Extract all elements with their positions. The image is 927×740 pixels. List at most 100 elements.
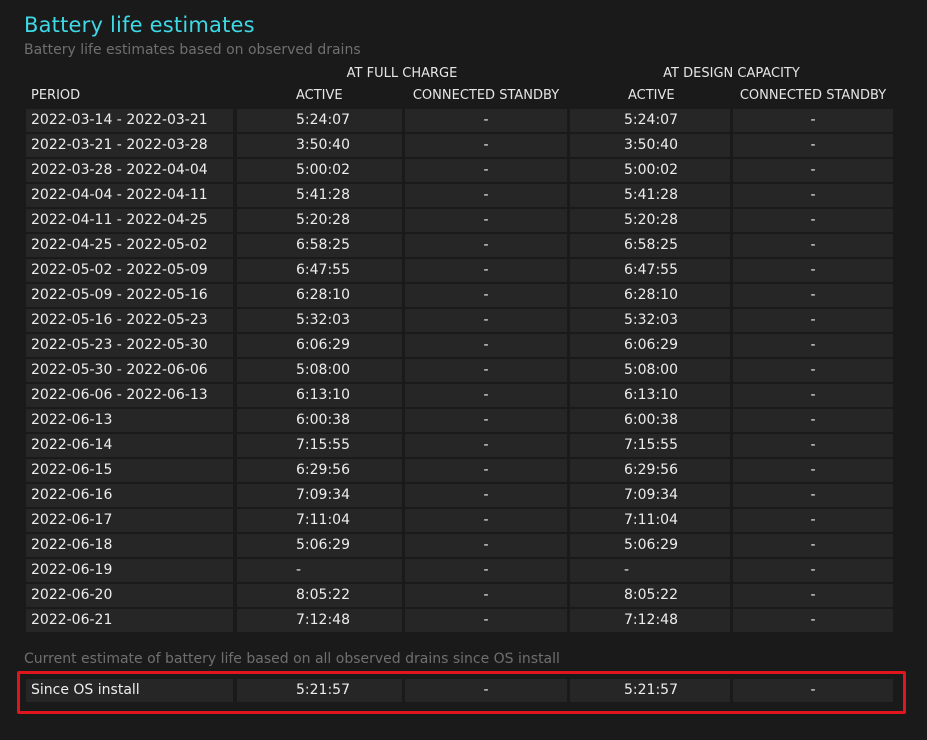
active-design-cell: 6:58:25: [570, 234, 730, 257]
standby-design-cell: -: [733, 359, 893, 382]
standby-design-cell: -: [733, 134, 893, 157]
period-cell: 2022-04-04 - 2022-04-11: [26, 184, 233, 207]
group-header-full-charge: AT FULL CHARGE: [346, 66, 458, 81]
standby-full-cell: -: [405, 459, 567, 482]
active-design-cell: 6:47:55: [570, 259, 730, 282]
active-full-cell: 6:13:10: [237, 384, 402, 407]
standby-full-cell: -: [405, 234, 567, 257]
active-full-cell: 5:20:28: [237, 209, 402, 232]
standby-design-cell: -: [733, 584, 893, 607]
active-design-cell: 5:32:03: [570, 309, 730, 332]
active-full-cell: 5:41:28: [237, 184, 402, 207]
active-design-cell: 5:00:02: [570, 159, 730, 182]
standby-design-cell: -: [733, 434, 893, 457]
standby-design-cell: -: [733, 609, 893, 632]
period-cell: 2022-06-17: [26, 509, 233, 532]
active-full-cell: 5:00:02: [237, 159, 402, 182]
active-design-cell: 8:05:22: [570, 584, 730, 607]
active-full-cell: 6:58:25: [237, 234, 402, 257]
standby-full-cell: -: [405, 434, 567, 457]
standby-full-cell: -: [405, 209, 567, 232]
active-design-cell: 6:28:10: [570, 284, 730, 307]
standby-full-cell: -: [405, 509, 567, 532]
standby-design-cell: -: [733, 109, 893, 132]
standby-design-cell: -: [733, 284, 893, 307]
standby-full-cell: -: [405, 159, 567, 182]
active-full-cell: 5:32:03: [237, 309, 402, 332]
standby-design-cell: -: [733, 259, 893, 282]
highlight-box: [17, 671, 906, 714]
standby-full-cell: -: [405, 384, 567, 407]
period-cell: 2022-03-28 - 2022-04-04: [26, 159, 233, 182]
period-cell: 2022-05-30 - 2022-06-06: [26, 359, 233, 382]
active-design-cell: 7:15:55: [570, 434, 730, 457]
active-design-cell: 7:09:34: [570, 484, 730, 507]
standby-full-cell: -: [405, 559, 567, 582]
active-design-cell: 5:08:00: [570, 359, 730, 382]
standby-full-cell: -: [405, 134, 567, 157]
active-design-cell: 7:11:04: [570, 509, 730, 532]
period-cell: 2022-04-11 - 2022-04-25: [26, 209, 233, 232]
column-header-active-design: ACTIVE: [628, 88, 675, 103]
standby-full-cell: -: [405, 284, 567, 307]
period-cell: 2022-06-21: [26, 609, 233, 632]
standby-full-cell: -: [405, 359, 567, 382]
active-full-cell: 5:24:07: [237, 109, 402, 132]
column-header-standby-design: CONNECTED STANDBY: [739, 88, 887, 103]
column-header-period: PERIOD: [31, 88, 81, 103]
period-cell: 2022-06-16: [26, 484, 233, 507]
period-cell: 2022-06-20: [26, 584, 233, 607]
period-cell: 2022-06-18: [26, 534, 233, 557]
active-design-cell: 3:50:40: [570, 134, 730, 157]
standby-design-cell: -: [733, 209, 893, 232]
active-design-cell: 6:00:38: [570, 409, 730, 432]
period-cell: 2022-05-02 - 2022-05-09: [26, 259, 233, 282]
period-cell: 2022-06-19: [26, 559, 233, 582]
standby-design-cell: -: [733, 184, 893, 207]
standby-full-cell: -: [405, 259, 567, 282]
active-design-cell: 5:41:28: [570, 184, 730, 207]
column-header-standby-full: CONNECTED STANDBY: [412, 88, 560, 103]
standby-full-cell: -: [405, 334, 567, 357]
active-design-cell: -: [570, 559, 730, 582]
standby-full-cell: -: [405, 184, 567, 207]
active-full-cell: 7:11:04: [237, 509, 402, 532]
standby-full-cell: -: [405, 309, 567, 332]
period-cell: 2022-06-06 - 2022-06-13: [26, 384, 233, 407]
period-cell: 2022-06-13: [26, 409, 233, 432]
standby-design-cell: -: [733, 484, 893, 507]
period-cell: 2022-05-09 - 2022-05-16: [26, 284, 233, 307]
standby-full-cell: -: [405, 609, 567, 632]
active-full-cell: 6:29:56: [237, 459, 402, 482]
active-full-cell: 6:00:38: [237, 409, 402, 432]
standby-design-cell: -: [733, 234, 893, 257]
active-full-cell: 5:06:29: [237, 534, 402, 557]
column-header-active-full: ACTIVE: [296, 88, 343, 103]
period-cell: 2022-03-21 - 2022-03-28: [26, 134, 233, 157]
standby-full-cell: -: [405, 534, 567, 557]
active-full-cell: 8:05:22: [237, 584, 402, 607]
standby-design-cell: -: [733, 459, 893, 482]
active-full-cell: -: [237, 559, 402, 582]
standby-full-cell: -: [405, 109, 567, 132]
active-full-cell: 5:08:00: [237, 359, 402, 382]
period-cell: 2022-06-14: [26, 434, 233, 457]
active-full-cell: 7:12:48: [237, 609, 402, 632]
standby-design-cell: -: [733, 409, 893, 432]
active-full-cell: 6:06:29: [237, 334, 402, 357]
standby-full-cell: -: [405, 584, 567, 607]
period-cell: 2022-06-15: [26, 459, 233, 482]
active-full-cell: 6:28:10: [237, 284, 402, 307]
active-full-cell: 6:47:55: [237, 259, 402, 282]
standby-design-cell: -: [733, 159, 893, 182]
active-design-cell: 6:06:29: [570, 334, 730, 357]
group-header-design-capacity: AT DESIGN CAPACITY: [663, 66, 800, 81]
active-design-cell: 7:12:48: [570, 609, 730, 632]
standby-design-cell: -: [733, 334, 893, 357]
active-design-cell: 5:06:29: [570, 534, 730, 557]
standby-design-cell: -: [733, 309, 893, 332]
active-full-cell: 3:50:40: [237, 134, 402, 157]
standby-full-cell: -: [405, 409, 567, 432]
period-cell: 2022-03-14 - 2022-03-21: [26, 109, 233, 132]
standby-design-cell: -: [733, 559, 893, 582]
